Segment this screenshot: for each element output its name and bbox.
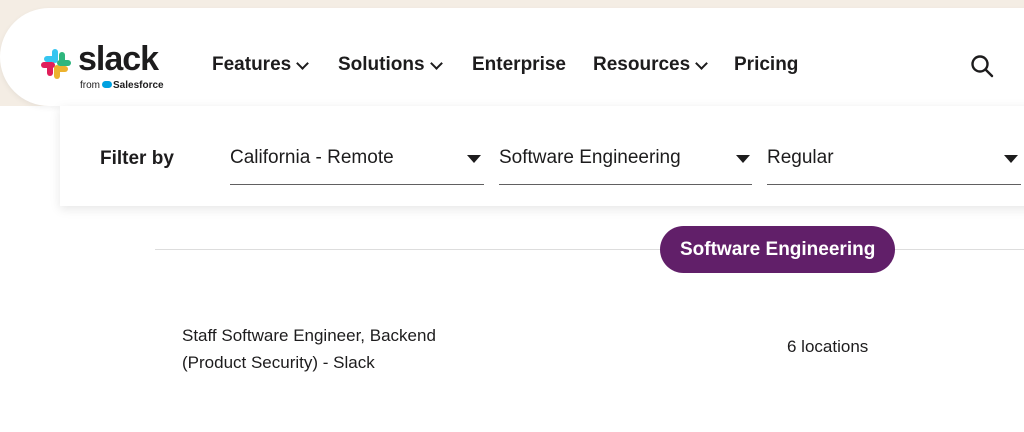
filter-bar: Filter by California - Remote Software E… xyxy=(60,106,1024,206)
nav-features[interactable]: Features xyxy=(212,54,338,76)
category-badge: Software Engineering xyxy=(660,226,896,273)
chevron-down-icon xyxy=(695,56,709,70)
site-header: slack from Salesforce Features Solutions … xyxy=(0,8,1024,106)
job-title-line2: (Product Security) - Slack xyxy=(182,353,375,372)
nav-pricing[interactable]: Pricing xyxy=(734,54,798,76)
search-icon[interactable] xyxy=(970,54,994,78)
type-select[interactable]: Regular xyxy=(767,134,1021,185)
logo-wordmark: slack xyxy=(78,40,159,78)
team-select[interactable]: Software Engineering xyxy=(499,134,752,185)
job-title-link[interactable]: Staff Software Engineer, Backend (Produc… xyxy=(182,322,482,376)
nav-solutions[interactable]: Solutions xyxy=(338,54,472,76)
chevron-down-icon xyxy=(296,56,310,70)
caret-down-icon xyxy=(467,155,481,163)
slack-logo-icon xyxy=(41,49,71,79)
nav-enterprise-label: Enterprise xyxy=(472,54,566,75)
location-select-value: California - Remote xyxy=(230,147,394,168)
team-select-value: Software Engineering xyxy=(499,147,681,168)
job-locations: 6 locations xyxy=(787,337,869,356)
logo-sub-prefix: from xyxy=(80,80,100,91)
caret-down-icon xyxy=(736,155,750,163)
location-select[interactable]: California - Remote xyxy=(230,134,484,185)
nav-solutions-label: Solutions xyxy=(338,54,425,75)
filter-label: Filter by xyxy=(100,148,174,169)
nav-resources-label: Resources xyxy=(593,54,691,75)
chevron-down-icon xyxy=(429,56,443,70)
job-title-line1: Staff Software Engineer, Backend xyxy=(182,326,436,345)
main-nav: Features Solutions Enterprise Resources … xyxy=(212,54,798,76)
nav-resources[interactable]: Resources xyxy=(593,54,734,76)
nav-enterprise[interactable]: Enterprise xyxy=(472,54,593,76)
logo-subtitle: from Salesforce xyxy=(80,80,164,91)
type-select-value: Regular xyxy=(767,147,834,168)
slack-logo-link[interactable]: slack from Salesforce xyxy=(40,40,170,94)
nav-features-label: Features xyxy=(212,54,292,75)
salesforce-cloud-icon xyxy=(102,81,112,88)
caret-down-icon xyxy=(1004,155,1018,163)
logo-sub-brand: Salesforce xyxy=(113,80,164,91)
nav-pricing-label: Pricing xyxy=(734,54,799,75)
